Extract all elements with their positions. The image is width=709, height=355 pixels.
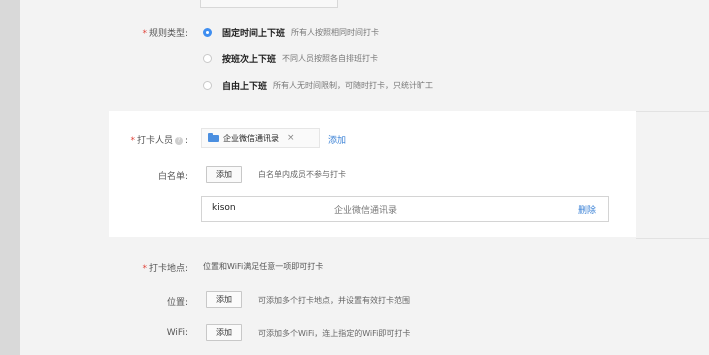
radio-free[interactable] (203, 81, 212, 90)
option-title: 自由上下班 (222, 82, 268, 92)
info-icon[interactable]: ? (174, 136, 183, 145)
checkin-location-desc: 位置和WiFi满足任意一项即可打卡 (203, 262, 324, 271)
rule-type-label: * 规则类型: (142, 29, 188, 39)
wifi-hint: 可添加多个WiFi，连上指定的WiFi即可打卡 (258, 329, 411, 338)
whitelist-hint: 白名单内成员不参与打卡 (258, 170, 346, 179)
whitelist-delete-link[interactable]: 删除 (578, 203, 596, 216)
whitelist-row-name: kison (212, 203, 236, 213)
tag-label: 企业微信通讯录 (223, 133, 279, 143)
required-mark: * (142, 264, 147, 274)
option-title: 固定时间上下班 (222, 29, 286, 39)
rule-type-option-fixed[interactable]: 固定时间上下班 所有人按照相同时间打卡 (203, 26, 379, 39)
option-desc: 所有人无时间限制，可随时打卡，只统计旷工 (273, 81, 434, 90)
member-tag: 企业微信通讯录 × (201, 128, 320, 148)
location-label: 位置: (166, 298, 188, 308)
checkin-members-label: * 打卡人员?: (130, 136, 188, 146)
rule-name-field[interactable] (200, 0, 338, 8)
required-mark: * (142, 29, 147, 39)
divider-bottom (636, 238, 709, 239)
rule-type-option-shift[interactable]: 按班次上下班 不同人员按照各自排班打卡 (203, 52, 378, 65)
close-icon[interactable]: × (287, 133, 295, 143)
whitelist-add-button[interactable]: 添加 (206, 166, 242, 183)
divider-top (636, 111, 709, 112)
radio-shift[interactable] (203, 54, 212, 63)
folder-icon (208, 132, 219, 142)
wifi-add-button[interactable]: 添加 (206, 324, 242, 341)
rule-type-option-free[interactable]: 自由上下班 所有人无时间限制，可随时打卡，只统计旷工 (203, 79, 433, 92)
wifi-label: WiFi: (166, 328, 188, 338)
whitelist-table (201, 196, 609, 222)
whitelist-label: 白名单: (157, 172, 188, 182)
checkin-location-label: * 打卡地点: (142, 264, 188, 274)
add-member-link[interactable]: 添加 (328, 133, 346, 146)
whitelist-row-dept: 企业微信通讯录 (334, 206, 398, 216)
option-desc: 所有人按照相同时间打卡 (291, 28, 380, 37)
option-title: 按班次上下班 (222, 55, 277, 65)
required-mark: * (130, 136, 135, 146)
left-panel (0, 0, 20, 355)
option-desc: 不同人员按照各自排班打卡 (282, 54, 379, 63)
radio-fixed[interactable] (203, 28, 212, 37)
location-add-button[interactable]: 添加 (206, 291, 242, 308)
location-hint: 可添加多个打卡地点，并设置有效打卡范围 (258, 296, 410, 305)
